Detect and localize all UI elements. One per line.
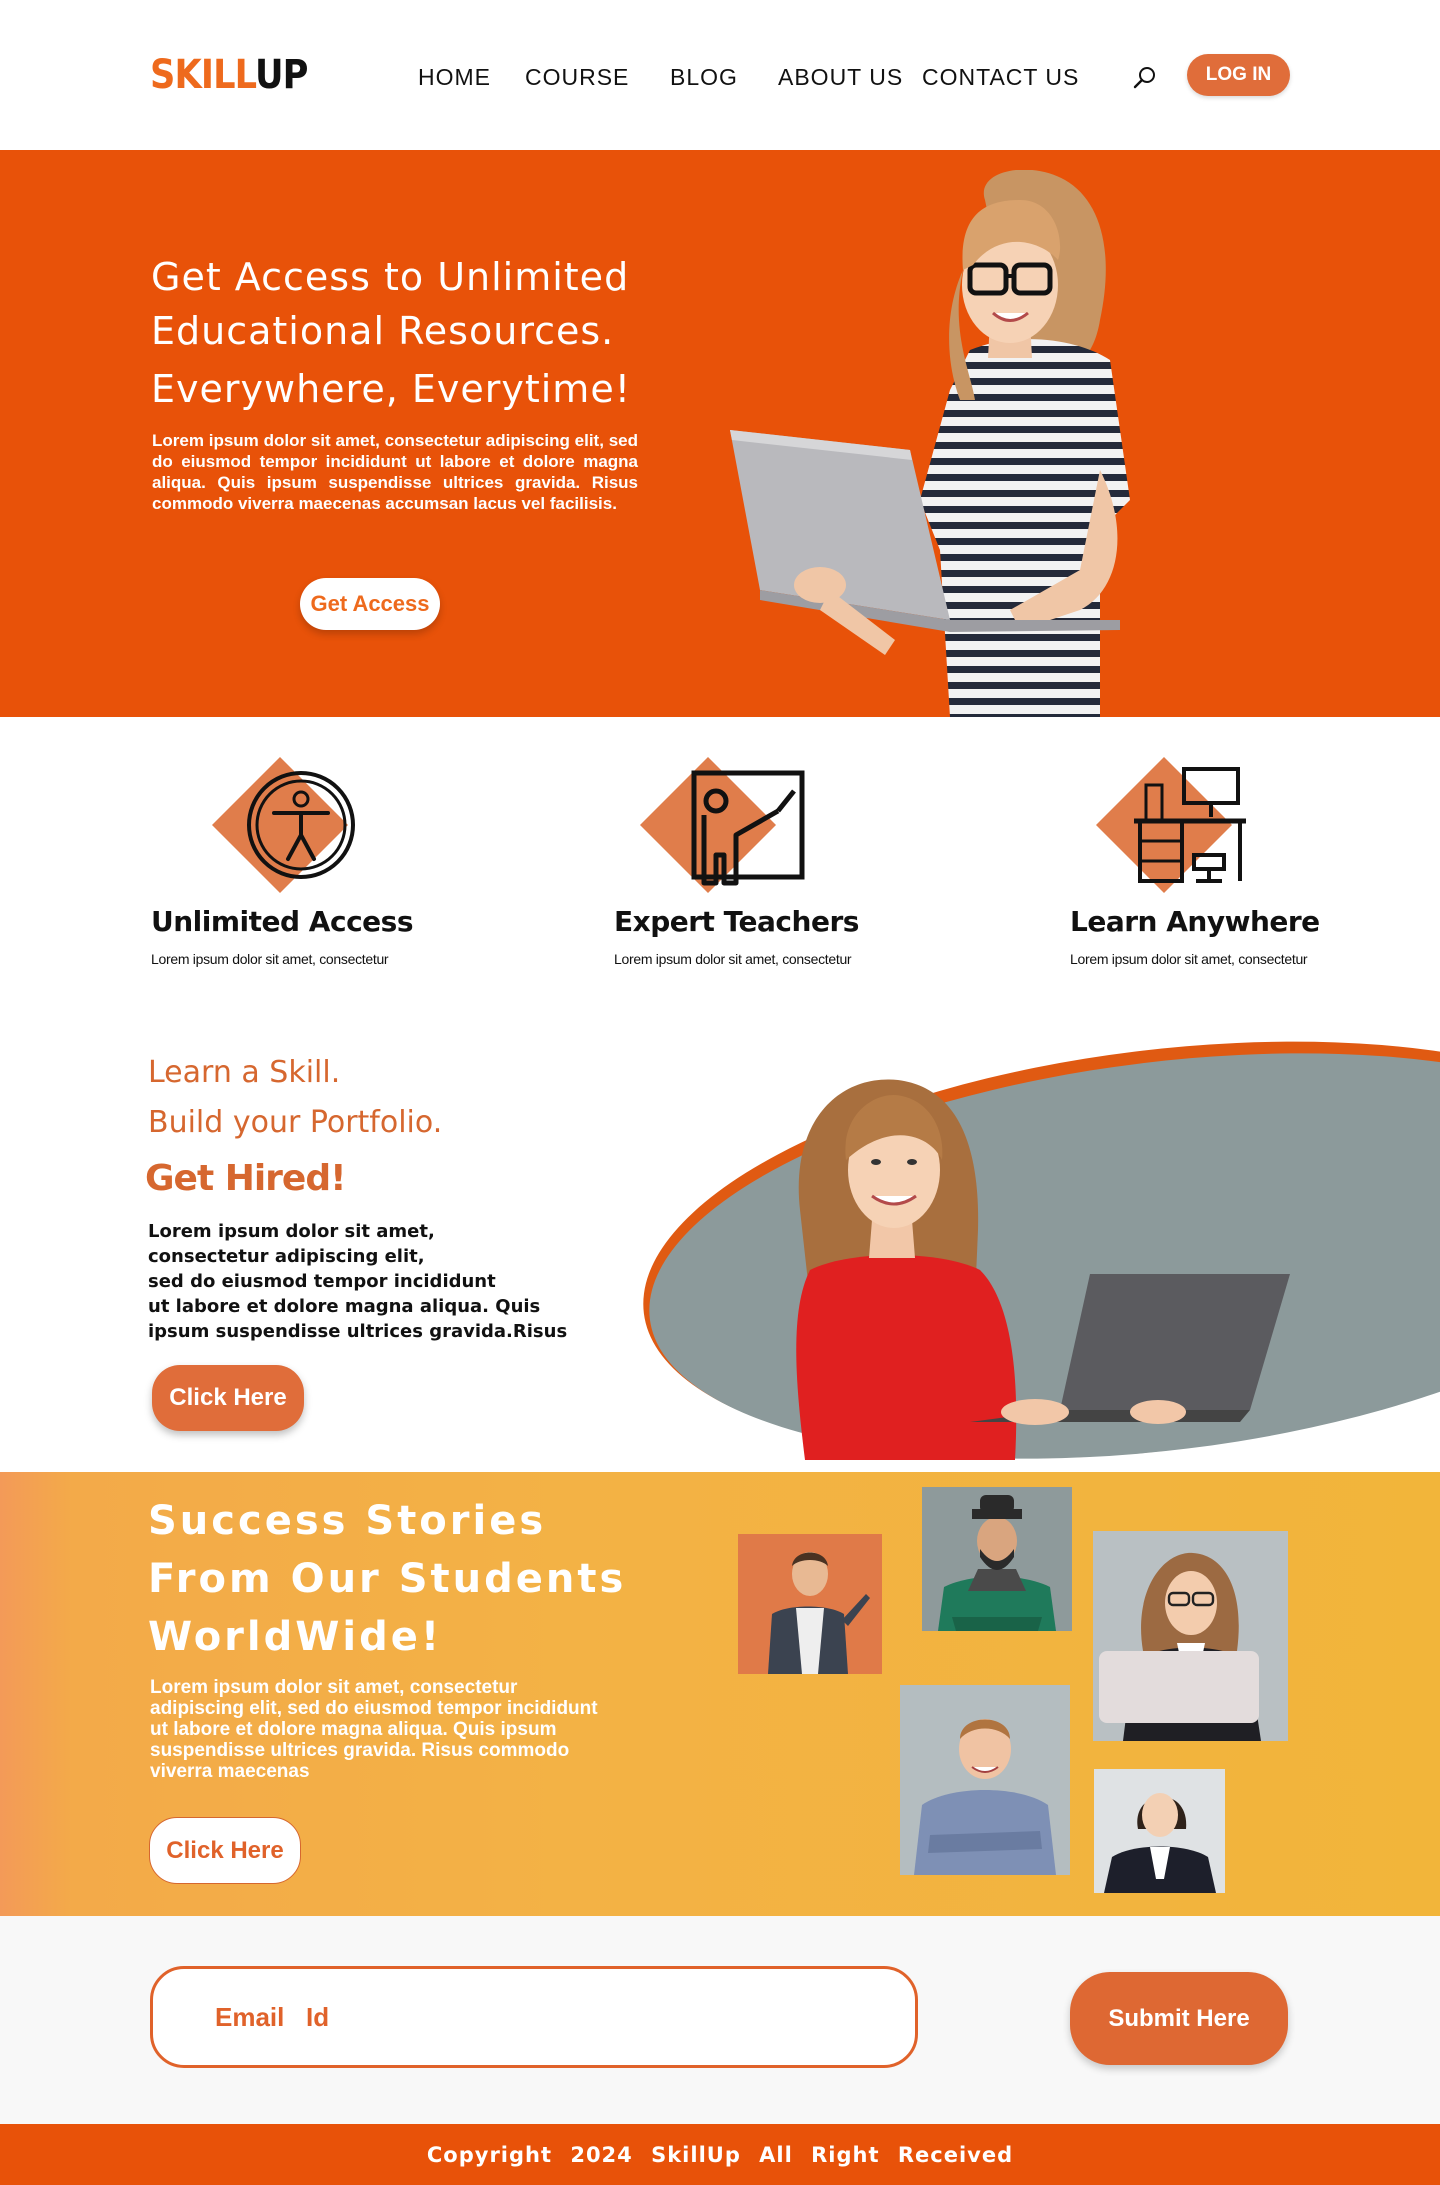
logo-part-up: UP bbox=[254, 52, 308, 98]
nav-about-us[interactable]: ABOUT US bbox=[778, 64, 903, 91]
learn-student-photo bbox=[643, 1041, 1440, 1460]
site-footer: Copyright 2024 SkillUp All Right Receive… bbox=[0, 2124, 1440, 2185]
learn-text-line: Lorem ipsum dolor sit amet, bbox=[148, 1221, 435, 1242]
learn-text-line: sed do eiusmod tempor incididunt bbox=[148, 1271, 496, 1292]
feature-expert-teachers: Expert Teachers Lorem ipsum dolor sit am… bbox=[614, 755, 934, 975]
learn-text-line: ut labore et dolore magna aliqua. Quis bbox=[148, 1296, 541, 1317]
accessibility-icon bbox=[212, 757, 355, 893]
email-signup-section: Submit Here bbox=[0, 1916, 1440, 2124]
student-photo-5 bbox=[1094, 1769, 1225, 1893]
hero-title-line-2: Educational Resources. bbox=[151, 309, 615, 353]
learn-text-line: ipsum suspendisse ultrices gravida.Risus bbox=[148, 1321, 568, 1342]
feature-description: Lorem ipsum dolor sit amet, consectetur bbox=[151, 951, 389, 967]
student-photo-2 bbox=[922, 1487, 1072, 1631]
logo-part-skill: SKILL bbox=[150, 52, 256, 98]
learn-description: Lorem ipsum dolor sit amet, consectetur … bbox=[148, 1219, 628, 1344]
learn-headline-2: Build your Portfolio. bbox=[148, 1105, 443, 1140]
feature-description: Lorem ipsum dolor sit amet, consectetur bbox=[1070, 951, 1308, 967]
success-title-line-3: WorldWide! bbox=[148, 1614, 443, 1660]
success-description: Lorem ipsum dolor sit amet, consectetur … bbox=[150, 1677, 598, 1782]
feature-description: Lorem ipsum dolor sit amet, consectetur bbox=[614, 951, 852, 967]
success-title-line-1: Success Stories bbox=[148, 1498, 547, 1544]
desk-workspace-icon bbox=[1096, 757, 1246, 893]
feature-title: Unlimited Access bbox=[151, 905, 414, 938]
copyright-text: Copyright 2024 SkillUp All Right Receive… bbox=[426, 2142, 1014, 2167]
success-stories-section: Success Stories From Our Students WorldW… bbox=[0, 1472, 1440, 1916]
nav-blog[interactable]: BLOG bbox=[670, 64, 738, 91]
hero-title-line-1: Get Access to Unlimited bbox=[151, 255, 630, 299]
student-photo-3 bbox=[1093, 1531, 1288, 1741]
learn-headline-3: Get Hired! bbox=[145, 1158, 347, 1199]
email-input[interactable] bbox=[150, 1966, 918, 2068]
teacher-board-icon bbox=[640, 757, 805, 893]
learn-text-line: consectetur adipiscing elit, bbox=[148, 1246, 425, 1267]
student-photo-1 bbox=[738, 1534, 882, 1674]
login-button[interactable]: LOG IN bbox=[1187, 54, 1290, 96]
nav-course[interactable]: COURSE bbox=[525, 64, 629, 91]
success-title: Success Stories From Our Students WorldW… bbox=[148, 1492, 626, 1666]
student-photo-4 bbox=[900, 1685, 1070, 1875]
feature-learn-anywhere: Learn Anywhere Lorem ipsum dolor sit ame… bbox=[1070, 755, 1390, 975]
hero-description: Lorem ipsum dolor sit amet, consectetur … bbox=[152, 431, 638, 513]
get-access-button[interactable]: Get Access bbox=[300, 578, 440, 630]
success-click-here-button[interactable]: Click Here bbox=[149, 1817, 301, 1884]
hero-title: Get Access to Unlimited Educational Reso… bbox=[151, 250, 711, 416]
nav-contact-us[interactable]: CONTACT US bbox=[922, 64, 1079, 91]
search-icon[interactable] bbox=[1132, 64, 1158, 90]
learn-headline-1: Learn a Skill. bbox=[148, 1055, 341, 1090]
feature-unlimited-access: Unlimited Access Lorem ipsum dolor sit a… bbox=[150, 755, 470, 975]
site-logo[interactable]: SKILLUP bbox=[150, 52, 308, 98]
feature-title: Expert Teachers bbox=[614, 905, 859, 938]
learn-click-here-button[interactable]: Click Here bbox=[152, 1365, 304, 1431]
site-header: SKILLUP HOME COURSE BLOG ABOUT US CONTAC… bbox=[0, 0, 1440, 150]
hero-student-photo bbox=[730, 170, 1130, 717]
feature-title: Learn Anywhere bbox=[1070, 905, 1320, 938]
success-title-line-2: From Our Students bbox=[148, 1556, 627, 1602]
hero-section: Get Access to Unlimited Educational Reso… bbox=[0, 150, 1440, 717]
hero-title-line-3: Everywhere, Everytime! bbox=[151, 367, 631, 411]
nav-home[interactable]: HOME bbox=[418, 64, 491, 91]
submit-button[interactable]: Submit Here bbox=[1070, 1972, 1288, 2065]
